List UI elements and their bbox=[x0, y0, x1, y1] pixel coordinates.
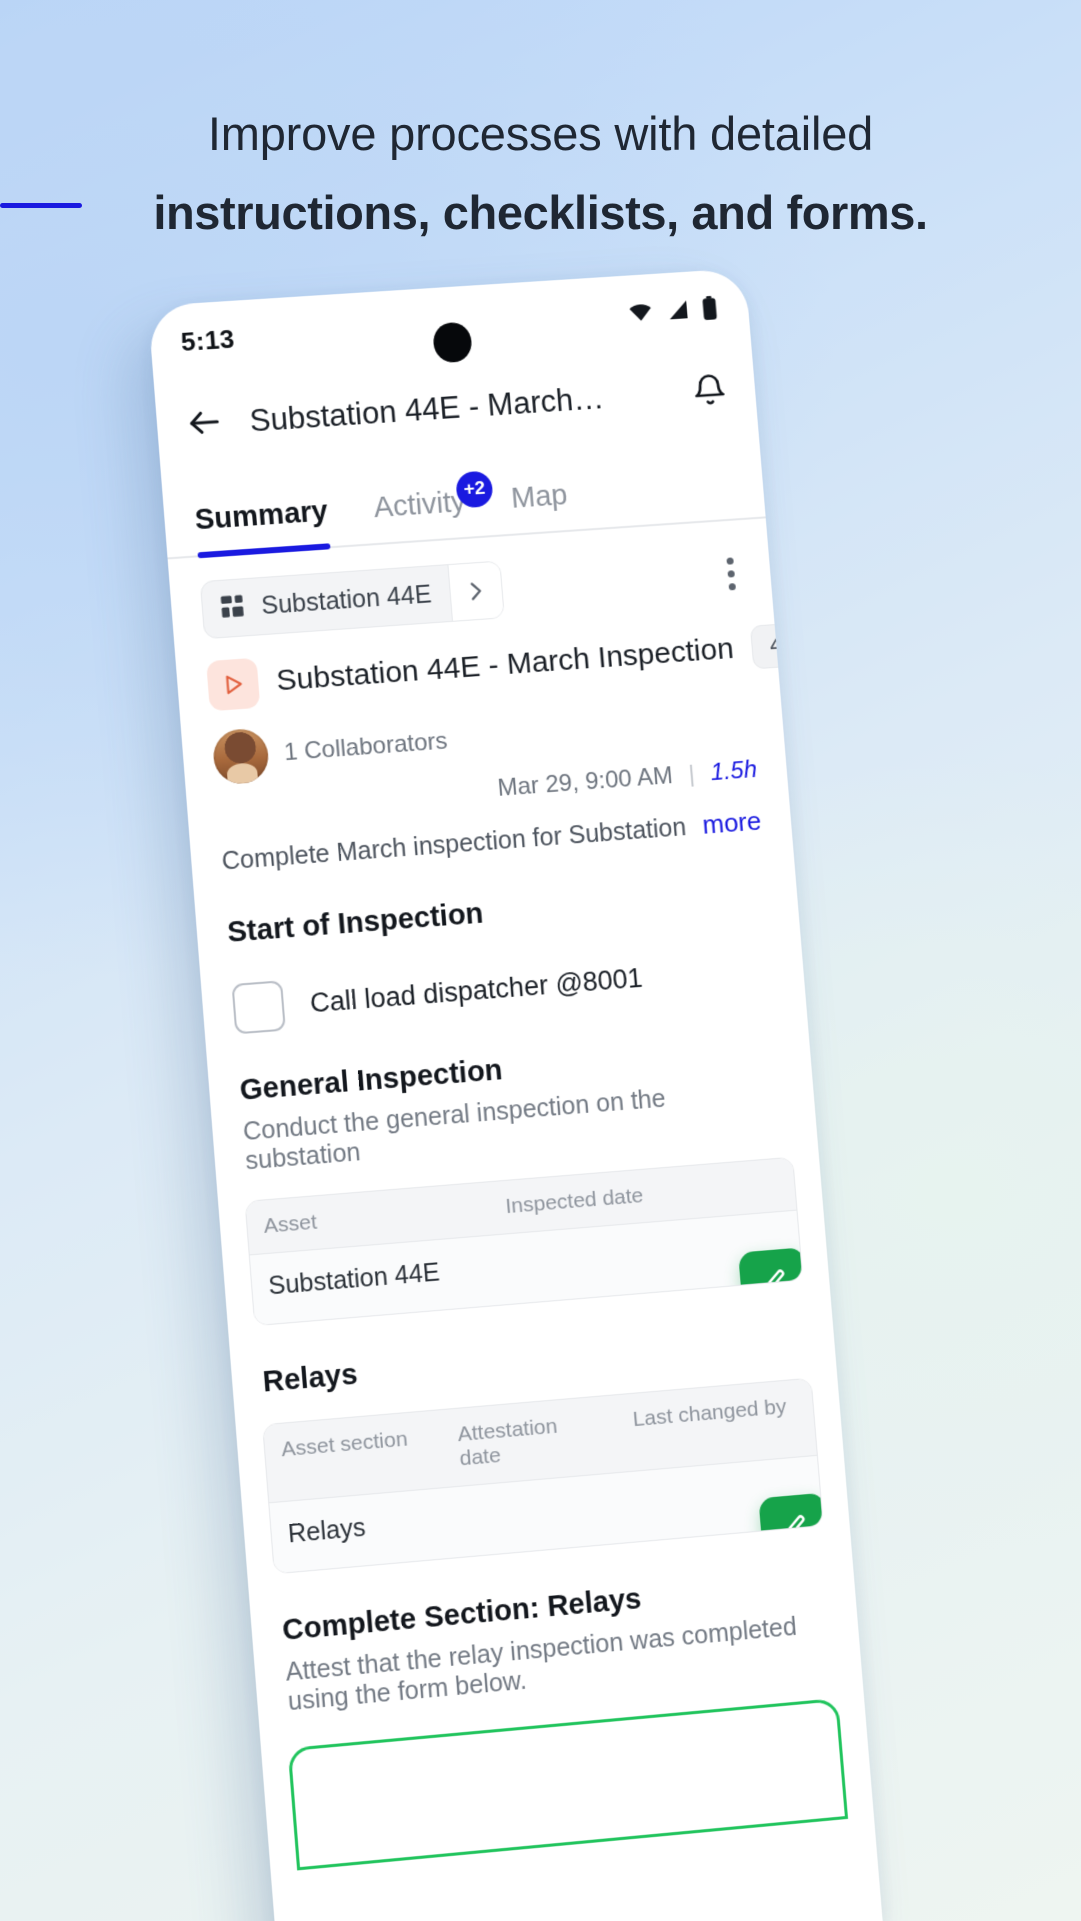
tab-summary[interactable]: Summary bbox=[194, 495, 331, 555]
tab-summary-label: Summary bbox=[193, 495, 329, 537]
kebab-menu-icon[interactable] bbox=[720, 549, 743, 599]
tab-map-label: Map bbox=[509, 479, 569, 515]
promo-headline: Improve processes with detailed instruct… bbox=[0, 104, 1081, 243]
headline-line-1: Improve processes with detailed bbox=[207, 107, 874, 160]
task-duration: 1.5h bbox=[709, 755, 758, 787]
tab-activity[interactable]: Activity +2 bbox=[372, 470, 494, 543]
wifi-icon bbox=[629, 303, 652, 322]
play-outline-icon bbox=[206, 657, 261, 712]
headline-line-2: instructions, checklists, and forms. bbox=[153, 186, 928, 240]
description-more-link[interactable]: more bbox=[701, 806, 762, 841]
collaborators-label: 1 Collaborators bbox=[283, 727, 449, 767]
front-camera-punch-hole bbox=[431, 321, 474, 364]
asset-grid-icon bbox=[202, 591, 263, 625]
meta-separator: | bbox=[687, 760, 696, 788]
column-header-attestation-date: Attestation date bbox=[456, 1414, 559, 1471]
checkbox-call-load-dispatcher[interactable] bbox=[231, 980, 286, 1035]
cellular-signal-icon bbox=[668, 300, 688, 320]
summary-content: Substation 44E Substation 44E - March In… bbox=[168, 518, 874, 1873]
cell-attestation-date bbox=[446, 1473, 627, 1558]
attestation-form-card[interactable] bbox=[287, 1697, 849, 1871]
page-title: Substation 44E - March… bbox=[248, 380, 606, 439]
battery-icon bbox=[702, 296, 717, 321]
bell-icon[interactable] bbox=[690, 370, 729, 413]
tab-activity-label: Activity bbox=[372, 486, 467, 525]
back-arrow-icon[interactable] bbox=[184, 402, 226, 447]
tab-map[interactable]: Map bbox=[510, 479, 570, 533]
asset-chip-label: Substation 44E bbox=[260, 579, 433, 620]
promo-banner: Improve processes with detailed instruct… bbox=[0, 0, 1081, 1921]
column-header-asset-section: Asset section bbox=[280, 1427, 409, 1462]
status-bar-icons bbox=[625, 295, 720, 327]
chevron-right-icon[interactable] bbox=[447, 561, 504, 621]
cell-asset-section: Relays bbox=[286, 1513, 367, 1549]
avatar bbox=[211, 727, 271, 786]
status-bar-time: 5:13 bbox=[179, 323, 236, 357]
phone-mockup-stage: 5:13 Substation 44E - March… Summary Act… bbox=[147, 268, 883, 1921]
task-count-badge: 489 bbox=[749, 620, 831, 670]
phone-mockup: 5:13 Substation 44E - March… Summary Act… bbox=[147, 268, 883, 1921]
